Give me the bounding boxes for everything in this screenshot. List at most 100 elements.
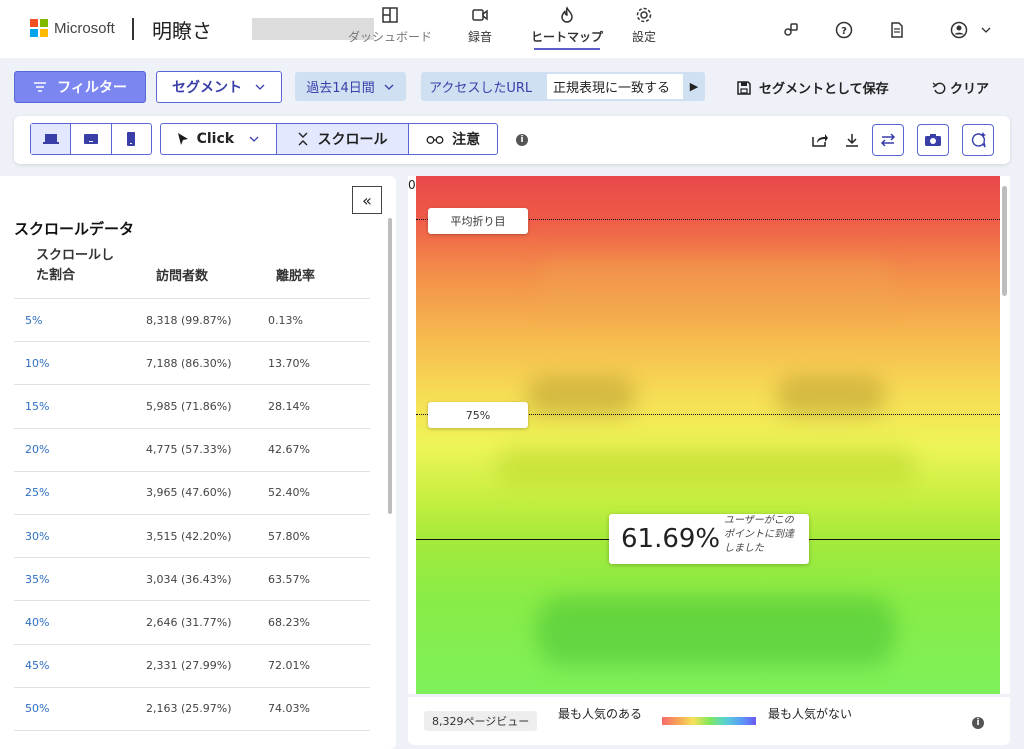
dropoff-cell: 52.40% xyxy=(268,486,310,500)
mode-click-label: Click xyxy=(196,131,235,147)
panel-scrollbar[interactable] xyxy=(388,218,392,514)
scroll-percent-cell[interactable]: 50% xyxy=(14,702,146,715)
tab-recordings[interactable]: 録音 xyxy=(468,6,492,45)
ai-chat-button[interactable] xyxy=(962,124,994,156)
dropoff-cell: 42.67% xyxy=(268,443,310,457)
filter-icon xyxy=(34,82,47,92)
heatmap-toolbar: Click スクロール 注意 i xyxy=(14,116,1010,164)
dropoff-cell: 57.80% xyxy=(268,529,310,543)
table-row[interactable]: 50% 2,163 (25.97%) 74.03% xyxy=(14,688,370,731)
legend-most-popular: 最も人気のある xyxy=(558,707,643,721)
reach-tooltip: 61.69% ユーザーがこのポイントに到達しました xyxy=(609,514,809,564)
scroll-percent-cell[interactable]: 30% xyxy=(14,530,146,543)
url-filter-value[interactable]: 正規表現に一致する xyxy=(547,74,683,99)
mobile-icon xyxy=(127,132,136,146)
flame-icon xyxy=(561,6,573,23)
scroll-percent-cell[interactable]: 25% xyxy=(14,486,146,499)
scroll-percent-cell[interactable]: 15% xyxy=(14,400,146,413)
filter-button[interactable]: フィルター xyxy=(14,71,146,103)
visitors-cell: 3,515 (42.20%) xyxy=(146,529,232,543)
compare-button[interactable] xyxy=(872,124,904,156)
clear-button[interactable]: クリア xyxy=(932,78,989,97)
url-filter-chip[interactable]: アクセスしたURL 正規表現に一致する ▶ xyxy=(421,72,705,101)
swap-icon xyxy=(880,133,896,147)
clear-label: クリア xyxy=(950,82,990,97)
filter-button-label: フィルター xyxy=(57,80,127,96)
scroll-data-table: 5% 8,318 (99.87%) 0.13% 10% 7,188 (86.30%) 13… xyxy=(14,298,370,731)
table-row[interactable]: 5% 8,318 (99.87%) 0.13% xyxy=(14,299,370,343)
document-icon[interactable] xyxy=(887,20,907,40)
visitors-cell: 4,775 (57.33%) xyxy=(146,443,232,457)
microsoft-logo[interactable]: Microsoft xyxy=(30,19,115,37)
page-content-shadow xyxy=(526,376,636,416)
segment-dropdown[interactable]: セグメント xyxy=(156,71,282,103)
save-segment-button[interactable]: セグメントとして保存 xyxy=(737,78,889,97)
dropoff-cell: 0.13% xyxy=(268,313,303,327)
segment-dropdown-label: セグメント xyxy=(172,80,242,96)
account-icon xyxy=(950,21,968,39)
filter-bar: フィルター セグメント 過去14日間 アクセスしたURL 正規表現に一致する ▶… xyxy=(0,58,1024,112)
mode-attention[interactable]: 注意 xyxy=(409,124,497,154)
scroll-percent-cell[interactable]: 10% xyxy=(14,357,146,370)
device-selector xyxy=(30,123,152,155)
table-row[interactable]: 45% 2,331 (27.99%) 72.01% xyxy=(14,645,370,688)
product-name[interactable]: 明瞭さ xyxy=(152,15,212,44)
table-row[interactable]: 15% 5,985 (71.86%) 28.14% xyxy=(14,385,370,429)
info-icon[interactable]: i xyxy=(516,134,528,146)
scroll-heatmap-gradient[interactable] xyxy=(416,176,1000,694)
heatmap-scrollbar[interactable] xyxy=(1002,186,1007,296)
scroll-percent-cell[interactable]: 35% xyxy=(14,573,146,586)
table-row[interactable]: 25% 3,965 (47.60%) 52.40% xyxy=(14,472,370,515)
table-row[interactable]: 40% 2,646 (31.77%) 68.23% xyxy=(14,601,370,645)
dropoff-cell: 63.57% xyxy=(268,572,310,586)
glasses-icon xyxy=(426,136,444,144)
ruler-zero-label: 0 xyxy=(408,178,416,192)
svg-text:?: ? xyxy=(841,26,847,37)
tab-heatmaps[interactable]: ヒートマップ xyxy=(531,6,603,50)
chevron-down-icon xyxy=(255,84,265,90)
dropoff-cell: 68.23% xyxy=(268,615,310,629)
chevron-down-icon[interactable] xyxy=(248,133,260,145)
scroll-percent-cell[interactable]: 20% xyxy=(14,443,146,456)
device-tablet[interactable] xyxy=(71,124,112,154)
scroll-percent-cell[interactable]: 5% xyxy=(14,314,146,327)
chat-sparkle-icon xyxy=(971,132,986,148)
undo-icon xyxy=(932,82,946,94)
share-icon[interactable] xyxy=(808,128,832,152)
mode-attention-label: 注意 xyxy=(452,132,481,148)
tab-label: 録音 xyxy=(468,30,493,44)
table-row[interactable]: 20% 4,775 (57.33%) 42.67% xyxy=(14,429,370,472)
mode-scroll[interactable]: スクロール xyxy=(276,124,410,154)
users-icon[interactable] xyxy=(781,20,801,40)
table-row[interactable]: 30% 3,515 (42.20%) 57.80% xyxy=(14,515,370,559)
table-row[interactable]: 10% 7,188 (86.30%) 13.70% xyxy=(14,342,370,386)
play-icon[interactable]: ▶ xyxy=(683,80,705,93)
active-tab-indicator xyxy=(534,48,600,50)
visitors-cell: 8,318 (99.87%) xyxy=(146,313,232,327)
table-row[interactable]: 35% 3,034 (36.43%) 63.57% xyxy=(14,558,370,602)
account-menu[interactable] xyxy=(950,20,992,40)
column-header-scroll-percent: スクロールした割合 xyxy=(36,248,115,283)
date-range-chip[interactable]: 過去14日間 xyxy=(295,72,406,101)
dropoff-cell: 72.01% xyxy=(268,659,310,673)
visitors-cell: 2,646 (31.77%) xyxy=(146,615,232,629)
mode-click[interactable]: Click xyxy=(161,124,277,154)
tab-settings[interactable]: 設定 xyxy=(632,6,656,45)
screenshot-button[interactable] xyxy=(917,124,949,156)
scroll-percent-cell[interactable]: 45% xyxy=(14,659,146,672)
help-icon[interactable]: ? xyxy=(834,20,854,40)
tab-dashboard[interactable]: ダッシュボード xyxy=(348,6,432,45)
device-mobile[interactable] xyxy=(112,124,151,154)
legend-info-icon[interactable]: i xyxy=(972,717,984,729)
desktop-icon xyxy=(42,134,59,144)
visitors-cell: 7,188 (86.30%) xyxy=(146,356,232,370)
microsoft-logo-icon xyxy=(30,19,48,37)
dropoff-cell: 74.03% xyxy=(268,702,310,716)
download-icon[interactable] xyxy=(840,128,864,152)
top-navigation-bar: Microsoft 明瞭さ ダッシュボード 録音 ヒートマップ 設定 ? xyxy=(0,0,1024,58)
video-camera-icon xyxy=(472,9,488,21)
scroll-percent-cell[interactable]: 40% xyxy=(14,616,146,629)
device-desktop[interactable] xyxy=(31,124,72,154)
dropoff-cell: 13.70% xyxy=(268,356,310,370)
collapse-panel-button[interactable]: « xyxy=(352,186,382,214)
